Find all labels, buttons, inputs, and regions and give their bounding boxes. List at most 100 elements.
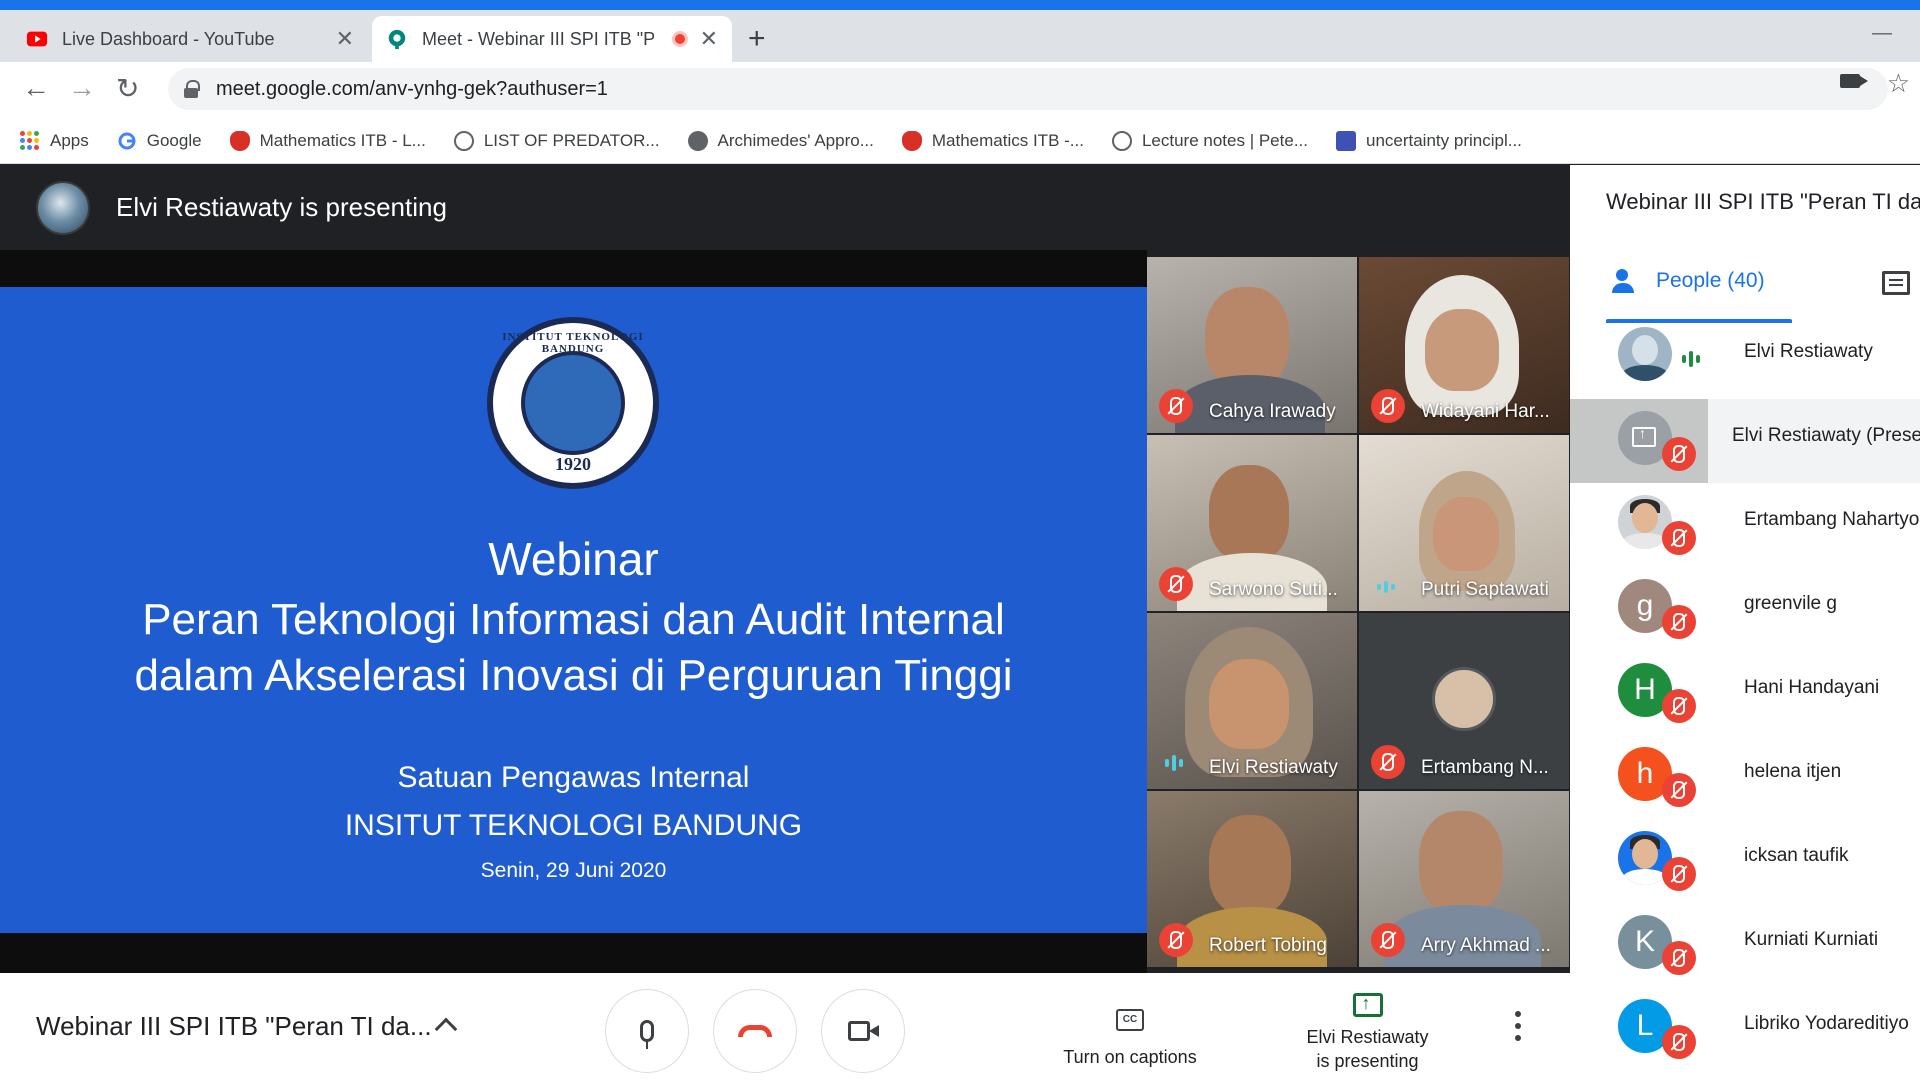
- lock-icon[interactable]: [184, 80, 200, 98]
- presenter-avatar: [36, 180, 90, 235]
- microphone-muted-icon: [1662, 857, 1696, 891]
- participant-grid: Cahya Irawady Widayani Har... Sarwono Su…: [1147, 257, 1570, 967]
- participant-tile[interactable]: Sarwono Suti...: [1147, 435, 1357, 611]
- participant-name: greenvile g: [1744, 593, 1837, 614]
- participant-video: [1209, 465, 1289, 561]
- participant-tile[interactable]: Ertambang N...: [1359, 613, 1569, 789]
- bookmark-uncertainty-principle[interactable]: uncertainty principl...: [1335, 130, 1522, 151]
- microphone-button[interactable]: [605, 989, 689, 1073]
- speaking-indicator-icon: [1165, 755, 1183, 771]
- bookmark-list-of-predator[interactable]: LIST OF PREDATOR...: [453, 130, 660, 151]
- browser-toolbar: ← → ↻ meet.google.com/anv-ynhg-gek?authu…: [0, 62, 1920, 118]
- participant-tile[interactable]: Elvi Restiawaty: [1147, 613, 1357, 789]
- present-screen-icon: [1632, 425, 1656, 447]
- participant-video: [1425, 309, 1499, 391]
- list-item[interactable]: Ertambang Nahartyo: [1570, 483, 1920, 567]
- speaking-indicator-icon: [1682, 351, 1700, 367]
- chevron-up-icon[interactable]: [434, 1017, 458, 1041]
- tab-bar: Live Dashboard - YouTube ✕ Meet - Webina…: [0, 10, 1920, 62]
- list-item[interactable]: g greenvile g: [1570, 567, 1920, 651]
- participant-name: helena itjen: [1744, 761, 1842, 782]
- url-text[interactable]: meet.google.com/anv-ynhg-gek?authuser=1: [216, 78, 608, 101]
- tab-title: Meet - Webinar III SPI ITB "P: [422, 28, 656, 49]
- leave-call-button[interactable]: [713, 989, 797, 1073]
- chat-icon[interactable]: [1882, 271, 1910, 295]
- camera-button[interactable]: [821, 989, 905, 1073]
- meeting-stage: Elvi Restiawaty is presenting INSTITUT T…: [0, 165, 1570, 973]
- window-top-strip: [0, 0, 1920, 10]
- tab-close-icon[interactable]: ✕: [336, 26, 354, 52]
- tab-people[interactable]: People (40): [1612, 269, 1765, 293]
- bookmark-google[interactable]: Google: [117, 131, 202, 151]
- microphone-muted-icon: [1371, 745, 1405, 779]
- participant-tile[interactable]: Putri Saptawati: [1359, 435, 1569, 611]
- participant-name: Robert Tobing: [1209, 935, 1327, 956]
- presenting-text: Elvi Restiawaty is presenting: [116, 192, 447, 222]
- list-item[interactable]: icksan taufik: [1570, 819, 1920, 903]
- microphone-muted-icon: [1159, 567, 1193, 601]
- bookmark-mathematics-itb-2[interactable]: Mathematics ITB -...: [901, 130, 1084, 151]
- presentation-slide[interactable]: INSTITUT TEKNOLOGI BANDUNG 1920 Webinar …: [0, 287, 1147, 933]
- shield-icon: [1335, 130, 1356, 151]
- itb-seal-logo: INSTITUT TEKNOLOGI BANDUNG 1920: [487, 317, 659, 489]
- participant-tile[interactable]: Arry Akhmad ...: [1359, 791, 1569, 967]
- participant-tile[interactable]: Robert Tobing: [1147, 791, 1357, 967]
- forward-button[interactable]: →: [68, 72, 96, 104]
- reload-button[interactable]: ↻: [116, 72, 139, 105]
- bookmark-mathematics-itb-1[interactable]: Mathematics ITB - L...: [229, 130, 426, 151]
- participant-tile[interactable]: Widayani Har...: [1359, 257, 1569, 433]
- more-options-icon[interactable]: [1515, 1011, 1521, 1041]
- camera-in-use-icon[interactable]: [1840, 74, 1868, 88]
- address-bar[interactable]: meet.google.com/anv-ynhg-gek?authuser=1: [168, 68, 1888, 110]
- list-item[interactable]: L Libriko Yodareditiyo: [1570, 987, 1920, 1071]
- bookmark-label: Archimedes' Appro...: [717, 130, 874, 150]
- participant-avatar: [1618, 327, 1672, 381]
- participant-name: Ertambang N...: [1421, 757, 1549, 778]
- meeting-controls-bar: Webinar III SPI ITB "Peran TI da... CC T…: [0, 973, 1570, 1080]
- bookmark-label: Mathematics ITB -...: [931, 130, 1084, 150]
- tab-google-meet[interactable]: Meet - Webinar III SPI ITB "P ✕: [372, 16, 732, 62]
- meeting-details-title[interactable]: Webinar III SPI ITB "Peran TI da...: [36, 1011, 432, 1042]
- globe-icon: [687, 130, 708, 151]
- participant-name: icksan taufik: [1744, 845, 1849, 866]
- slide-subtitle-line-2: dalam Akselerasi Inovasi di Perguruan Ti…: [134, 651, 1013, 700]
- microphone-muted-icon: [1662, 689, 1696, 723]
- slide-subtitle-line-1: Peran Teknologi Informasi dan Audit Inte…: [142, 595, 1005, 644]
- back-button[interactable]: ←: [22, 72, 50, 104]
- participant-name: Kurniati Kurniati: [1744, 929, 1879, 950]
- microphone-muted-icon: [1159, 923, 1193, 957]
- list-item[interactable]: H Hani Handayani: [1570, 651, 1920, 735]
- bookmark-label: uncertainty principl...: [1365, 130, 1522, 150]
- panel-meeting-title: Webinar III SPI ITB "Peran TI da: [1606, 189, 1920, 214]
- participant-tile[interactable]: Cahya Irawady: [1147, 257, 1357, 433]
- speaker-muted-icon: [1662, 437, 1696, 471]
- list-item[interactable]: Elvi Restiawaty: [1570, 315, 1920, 399]
- participant-name: Cahya Irawady: [1209, 401, 1336, 422]
- microphone-muted-icon: [1662, 605, 1696, 639]
- minimize-button[interactable]: —: [1872, 22, 1892, 45]
- present-label-line-1: Elvi Restiawaty: [1306, 1027, 1429, 1047]
- people-icon: [1612, 269, 1642, 293]
- participant-video: [1433, 497, 1499, 571]
- list-item[interactable]: K Kurniati Kurniati: [1570, 903, 1920, 987]
- participant-name: Elvi Restiawaty: [1744, 341, 1873, 362]
- new-tab-button[interactable]: +: [748, 22, 766, 56]
- bookmark-lecture-notes[interactable]: Lecture notes | Pete...: [1111, 130, 1308, 151]
- present-now-button[interactable]: Elvi Restiawaty is presenting: [1280, 991, 1455, 1073]
- list-item[interactable]: Elvi Restiawaty (Prese: [1570, 399, 1920, 483]
- turn-on-captions-button[interactable]: CC Turn on captions: [1040, 1009, 1220, 1069]
- participant-video: [1205, 287, 1289, 387]
- tab-youtube-dashboard[interactable]: Live Dashboard - YouTube ✕: [12, 16, 368, 62]
- itb-icon: [901, 130, 922, 151]
- speaking-indicator-icon: [1377, 581, 1395, 593]
- tab-title: Live Dashboard - YouTube: [62, 28, 275, 49]
- tab-close-icon[interactable]: ✕: [700, 26, 718, 52]
- people-tab-label: People (40): [1656, 269, 1765, 292]
- participant-name: Ertambang Nahartyo: [1744, 509, 1920, 530]
- bookmark-star-icon[interactable]: ☆: [1887, 68, 1910, 99]
- list-item[interactable]: h helena itjen: [1570, 735, 1920, 819]
- bookmark-archimedes[interactable]: Archimedes' Appro...: [687, 130, 874, 151]
- wordpress-icon: [453, 130, 474, 151]
- participant-video: [1419, 811, 1503, 913]
- bookmark-apps[interactable]: Apps: [20, 130, 89, 151]
